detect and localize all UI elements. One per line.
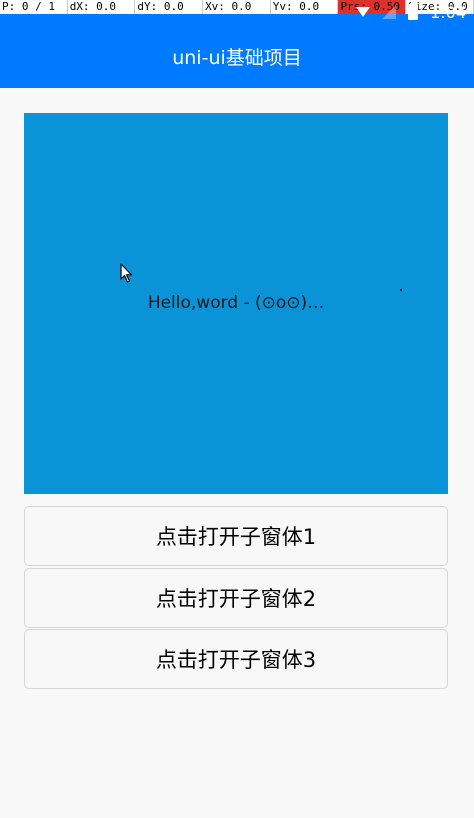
open-subwindow-1-button[interactable]: 点击打开子窗体1 — [24, 506, 448, 566]
app-header: P: 0 / 1 dX: 0.0 dY: 0.0 Xv: 0.0 Yv: 0.0… — [0, 0, 474, 88]
decorative-dot — [400, 289, 402, 291]
status-icons: 1:04 — [356, 2, 466, 22]
wifi-icon — [356, 7, 371, 17]
delta-x: dX: 0.0 — [67, 0, 136, 14]
hero-text: Hello,word - (⊙o⊙)… — [147, 292, 325, 313]
open-subwindow-2-button[interactable]: 点击打开子窗体2 — [24, 568, 448, 628]
velocity-y: Yv: 0.0 — [270, 0, 339, 14]
signal-icon — [382, 5, 397, 19]
pointer-count: P: 0 / 1 — [0, 0, 68, 14]
hero-box: Hello,word - (⊙o⊙)… — [24, 113, 448, 494]
mouse-cursor-icon — [120, 263, 133, 283]
open-subwindow-3-button[interactable]: 点击打开子窗体3 — [24, 629, 448, 689]
delta-y: dY: 0.0 — [135, 0, 204, 14]
status-time: 1:04 — [430, 2, 466, 22]
battery-icon — [408, 2, 419, 20]
page-title: uni-ui基础项目 — [172, 47, 302, 69]
velocity-x: Xv: 0.0 — [203, 0, 271, 14]
